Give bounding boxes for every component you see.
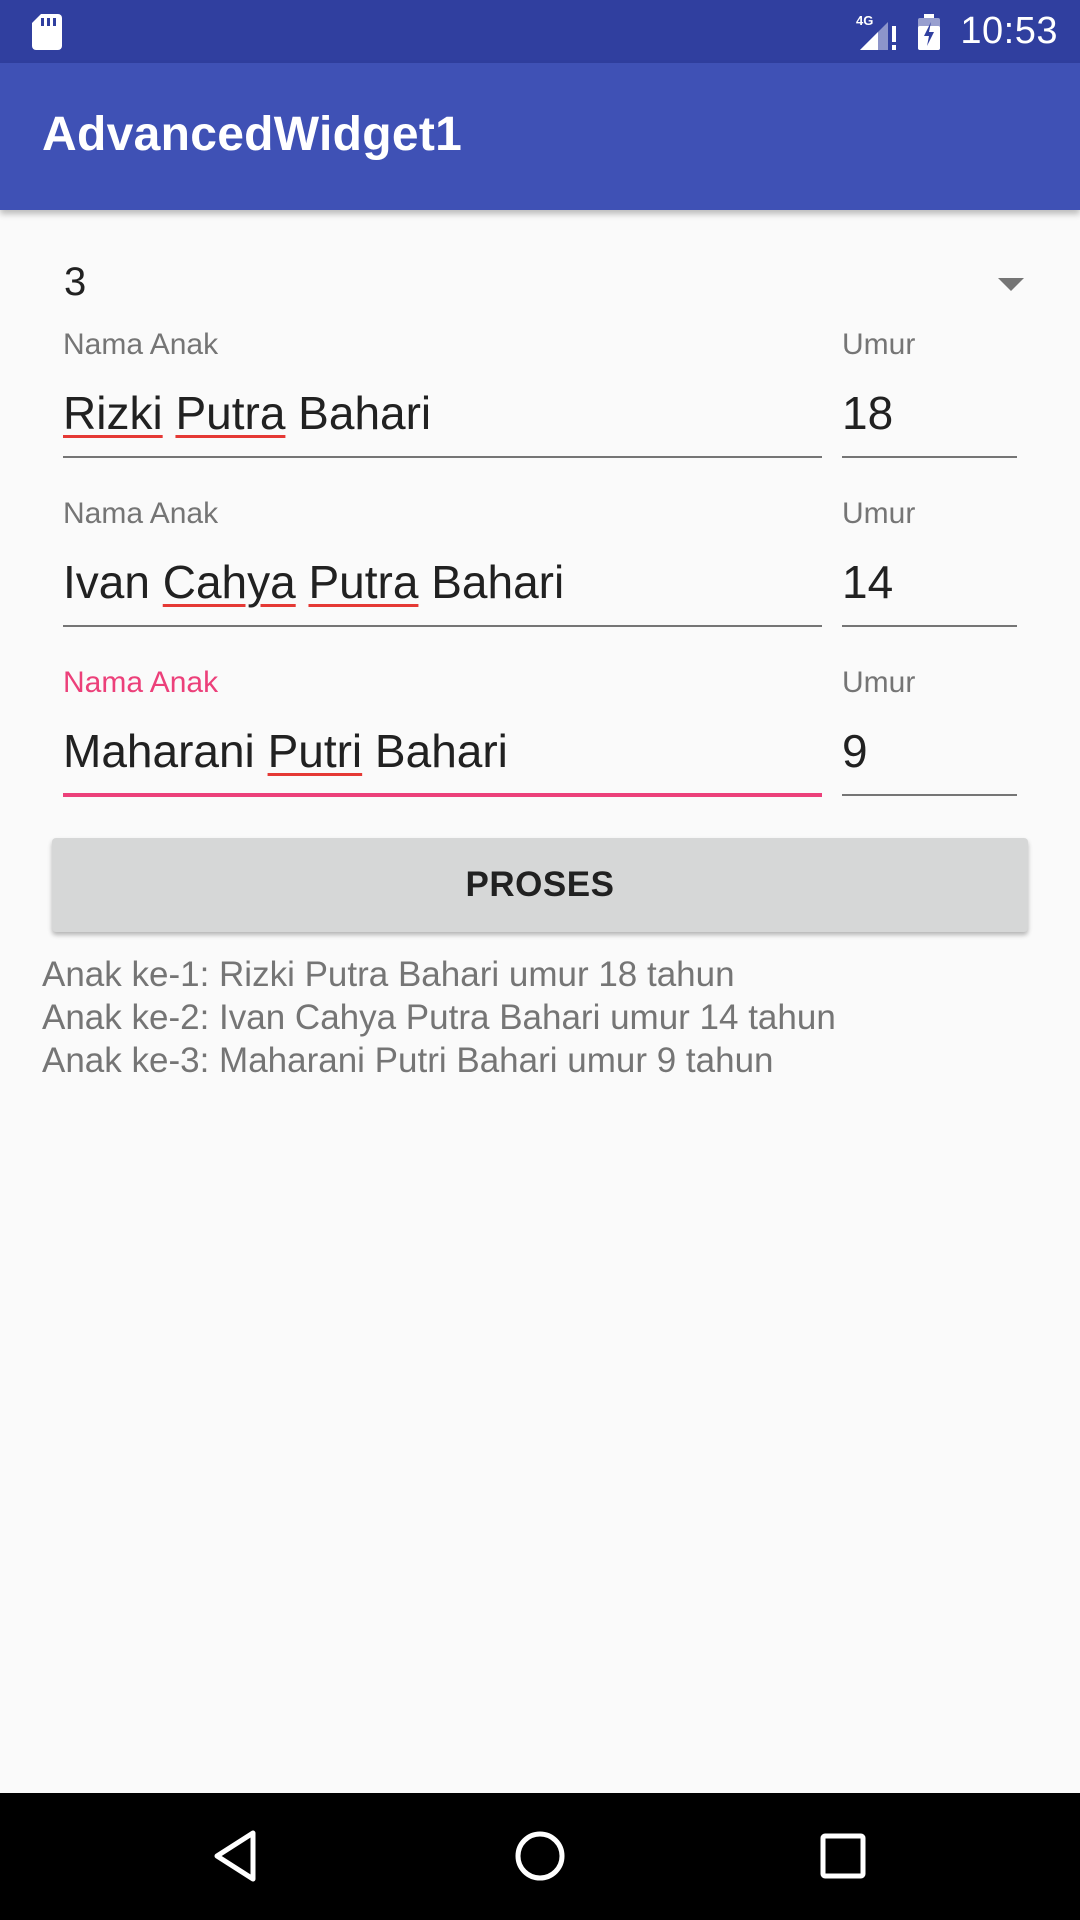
status-bar: 4G 10:53 <box>0 0 1080 63</box>
children-count-spinner[interactable]: 3 <box>42 248 1038 318</box>
child-name-field[interactable]: Nama Anak Ivan Cahya Putra Bahari <box>63 497 822 627</box>
child-age-input[interactable]: 9 <box>842 724 868 778</box>
app-bar: AdvancedWidget1 <box>0 63 1080 210</box>
proses-button[interactable]: PROSES <box>52 838 1028 932</box>
navigation-bar <box>0 1793 1080 1920</box>
spellcheck-word: Putra <box>308 556 419 608</box>
child-name-label: Nama Anak <box>63 497 219 530</box>
spinner-selected-value: 3 <box>64 260 87 304</box>
child-age-label: Umur <box>842 497 916 530</box>
dropdown-arrow-icon <box>998 278 1024 291</box>
signal-icon: 4G <box>856 13 897 50</box>
child-row-2: Nama Anak Ivan Cahya Putra Bahari Umur 1… <box>0 497 1080 657</box>
spellcheck-word: Rizki <box>63 387 163 439</box>
result-line: Anak ke-3: Maharani Putri Bahari umur 9 … <box>42 1041 774 1080</box>
child-age-label: Umur <box>842 666 916 699</box>
child-name-label: Nama Anak <box>63 666 219 699</box>
child-name-underline <box>63 456 822 458</box>
name-text: Maharani <box>63 725 268 777</box>
name-text: Ivan <box>63 556 163 608</box>
child-age-underline <box>842 794 1017 796</box>
app-title: AdvancedWidget1 <box>42 108 463 161</box>
spellcheck-word: Cahya <box>162 556 296 608</box>
recents-icon[interactable] <box>810 1823 876 1889</box>
child-name-input[interactable]: Maharani Putri Bahari <box>63 724 508 778</box>
network-type-label: 4G <box>856 13 873 28</box>
status-icons: 4G 10:53 <box>854 0 1058 63</box>
child-age-field[interactable]: Umur 14 <box>842 497 1017 627</box>
name-text: Bahari <box>418 556 565 608</box>
screen: 4G 10:53 AdvancedWidget1 3 Nama Anak Riz… <box>0 0 1080 1920</box>
child-name-underline <box>63 625 822 627</box>
name-text: Bahari <box>362 725 508 777</box>
child-name-input[interactable]: Ivan Cahya Putra Bahari <box>63 555 564 609</box>
name-text <box>163 387 176 439</box>
sd-card-icon <box>32 14 62 50</box>
spellcheck-word: Putri <box>267 725 363 777</box>
name-text <box>296 556 309 608</box>
clock: 10:53 <box>960 10 1058 52</box>
spellcheck-word: Putra <box>175 387 286 439</box>
result-text: Anak ke-1: Rizki Putra Bahari umur 18 ta… <box>42 953 1042 1082</box>
home-icon[interactable] <box>507 1823 573 1889</box>
child-name-field[interactable]: Nama Anak Maharani Putri Bahari <box>63 666 822 797</box>
child-row-1: Nama Anak Rizki Putra Bahari Umur 18 <box>0 328 1080 488</box>
child-age-input[interactable]: 14 <box>842 555 893 609</box>
child-age-input[interactable]: 18 <box>842 386 893 440</box>
child-age-field[interactable]: Umur 18 <box>842 328 1017 458</box>
result-line: Anak ke-2: Ivan Cahya Putra Bahari umur … <box>42 998 836 1037</box>
name-text: Bahari <box>285 387 432 439</box>
child-name-label: Nama Anak <box>63 328 219 361</box>
child-age-underline <box>842 456 1017 458</box>
child-age-underline <box>842 625 1017 627</box>
child-age-label: Umur <box>842 328 916 361</box>
child-name-underline <box>63 793 822 797</box>
child-name-field[interactable]: Nama Anak Rizki Putra Bahari <box>63 328 822 458</box>
back-icon[interactable] <box>203 1823 269 1889</box>
child-name-input[interactable]: Rizki Putra Bahari <box>63 386 431 440</box>
result-line: Anak ke-1: Rizki Putra Bahari umur 18 ta… <box>42 955 735 994</box>
battery-icon <box>918 13 941 50</box>
child-age-field[interactable]: Umur 9 <box>842 666 1017 796</box>
child-row-3: Nama Anak Maharani Putri Bahari Umur 9 <box>0 666 1080 826</box>
